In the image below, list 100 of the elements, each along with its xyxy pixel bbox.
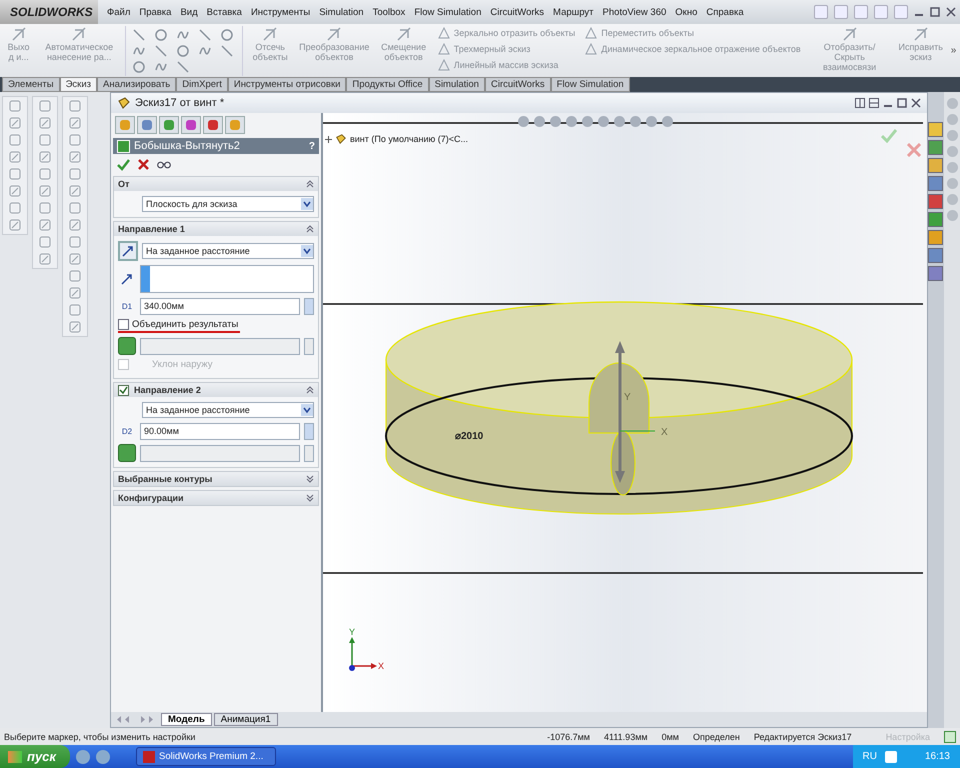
toolbar-icon[interactable]: [946, 178, 958, 189]
input-field[interactable]: 340.00мм: [140, 298, 300, 314]
input-field[interactable]: [140, 444, 300, 462]
maximize-icon[interactable]: [930, 7, 940, 17]
toolbar-icon[interactable]: [69, 134, 81, 146]
toolbar-icon[interactable]: [69, 236, 81, 248]
sketch-tool-icon[interactable]: [132, 60, 146, 74]
menu-item[interactable]: Маршрут: [553, 6, 594, 18]
section-title[interactable]: От: [118, 179, 130, 189]
toolbar-icon[interactable]: [39, 151, 51, 163]
tile-icon[interactable]: [855, 98, 865, 108]
command-tab[interactable]: Анализировать: [97, 77, 176, 92]
toolbar-icon[interactable]: [9, 134, 21, 146]
spinner[interactable]: [304, 338, 314, 354]
toolbar-icon[interactable]: [69, 304, 81, 316]
panel-tab[interactable]: [181, 116, 201, 134]
tree-item[interactable]: винт (По умолчанию (7)<С...: [350, 134, 468, 144]
glasses-icon[interactable]: [157, 159, 171, 169]
direction-icon[interactable]: [118, 241, 138, 261]
scroll-arrows-icon[interactable]: [115, 715, 155, 724]
panel-tab[interactable]: [203, 116, 223, 134]
menu-item[interactable]: Инструменты: [250, 6, 310, 18]
start-button[interactable]: пуск: [0, 745, 70, 768]
check-icon[interactable]: [117, 159, 130, 171]
help-button[interactable]: ?: [308, 140, 315, 152]
menu-item[interactable]: Вставка: [206, 6, 242, 18]
panel-tab[interactable]: [225, 116, 245, 134]
sketch-tool-icon[interactable]: [176, 60, 190, 74]
menu-item[interactable]: Правка: [139, 6, 172, 18]
view-tool-icon[interactable]: [614, 116, 625, 127]
toolbar-icon[interactable]: [69, 219, 81, 231]
task-pane-icon[interactable]: [928, 230, 943, 245]
expand-icon[interactable]: [306, 494, 314, 502]
quick-launch-icon[interactable]: [76, 750, 90, 764]
close-icon[interactable]: [911, 98, 921, 108]
task-pane-icon[interactable]: [928, 158, 943, 173]
sketch-tool-icon[interactable]: [176, 44, 190, 58]
toolbar-icon[interactable]: [69, 117, 81, 129]
command-tab[interactable]: Эскиз: [60, 77, 97, 92]
toolbar-icon[interactable]: [39, 100, 51, 112]
quick-launch-icon[interactable]: [96, 750, 110, 764]
toolbar-icon[interactable]: [39, 134, 51, 146]
menu-item[interactable]: Файл: [107, 6, 130, 18]
toolbar-icon[interactable]: [9, 219, 21, 231]
toolbar-icon[interactable]: [69, 253, 81, 265]
spinner[interactable]: [304, 422, 314, 440]
solid-body-icon[interactable]: [118, 337, 136, 355]
toolbar-icon[interactable]: [39, 202, 51, 214]
toolbar-icon[interactable]: [69, 287, 81, 299]
toolbar-icon[interactable]: [39, 185, 51, 197]
toolbar-icon[interactable]: [874, 5, 888, 19]
toolbar-icon[interactable]: [69, 270, 81, 282]
toolbar-icon[interactable]: [69, 202, 81, 214]
view-tool-icon[interactable]: [630, 116, 641, 127]
dropdown[interactable]: Плоскость для эскиза: [142, 196, 314, 212]
command-tab[interactable]: Продукты Office: [346, 77, 429, 92]
menu-item[interactable]: Toolbox: [372, 6, 406, 18]
toolbar-icon[interactable]: [9, 168, 21, 180]
view-tool-icon[interactable]: [646, 116, 657, 127]
checkbox[interactable]: [118, 319, 129, 330]
taskbar-button[interactable]: SolidWorks Premium 2...: [136, 747, 276, 766]
panel-tab[interactable]: [159, 116, 179, 134]
sketch-tool-icon[interactable]: [220, 28, 234, 42]
view-tool-icon[interactable]: [662, 116, 673, 127]
menu-item[interactable]: Вид: [180, 6, 198, 18]
panel-tab[interactable]: [137, 116, 157, 134]
task-pane-icon[interactable]: [928, 176, 943, 191]
panel-tab[interactable]: [115, 116, 135, 134]
menu-item[interactable]: CircuitWorks: [490, 6, 544, 18]
toolbar-icon[interactable]: [39, 253, 51, 265]
solid-body-icon[interactable]: [118, 444, 136, 462]
task-pane-icon[interactable]: [928, 248, 943, 263]
view-tool-icon[interactable]: [598, 116, 609, 127]
command-tab[interactable]: Элементы: [2, 77, 60, 92]
toolbar-icon[interactable]: [834, 5, 848, 19]
view-tool-icon[interactable]: [518, 116, 529, 127]
task-pane-icon[interactable]: [928, 140, 943, 155]
toolbar-icon[interactable]: [39, 236, 51, 248]
command-tab[interactable]: Simulation: [428, 77, 485, 92]
tile-icon[interactable]: [869, 98, 879, 108]
toolbar-icon[interactable]: [69, 185, 81, 197]
more-icon[interactable]: [950, 46, 956, 55]
toolbar-icon[interactable]: [9, 202, 21, 214]
toolbar-icon[interactable]: [946, 130, 958, 141]
dropdown[interactable]: На заданное расстояние: [142, 243, 314, 259]
view-tool-icon[interactable]: [566, 116, 577, 127]
toolbar-icon[interactable]: [39, 219, 51, 231]
menu-item[interactable]: Flow Simulation: [414, 6, 482, 18]
toolbar-icon[interactable]: [946, 98, 958, 109]
toolbar-icon[interactable]: [9, 117, 21, 129]
sketch-tool-icon[interactable]: [132, 28, 146, 42]
view-tool-icon[interactable]: [582, 116, 593, 127]
collapse-icon[interactable]: [306, 225, 314, 233]
toolbar-icon[interactable]: [69, 321, 81, 333]
toolbar-icon[interactable]: [69, 168, 81, 180]
help-icon[interactable]: [944, 730, 956, 742]
checkbox[interactable]: [118, 384, 129, 396]
toolbar-icon[interactable]: [39, 168, 51, 180]
toolbar-icon[interactable]: [9, 151, 21, 163]
sketch-tool-icon[interactable]: [198, 28, 212, 42]
